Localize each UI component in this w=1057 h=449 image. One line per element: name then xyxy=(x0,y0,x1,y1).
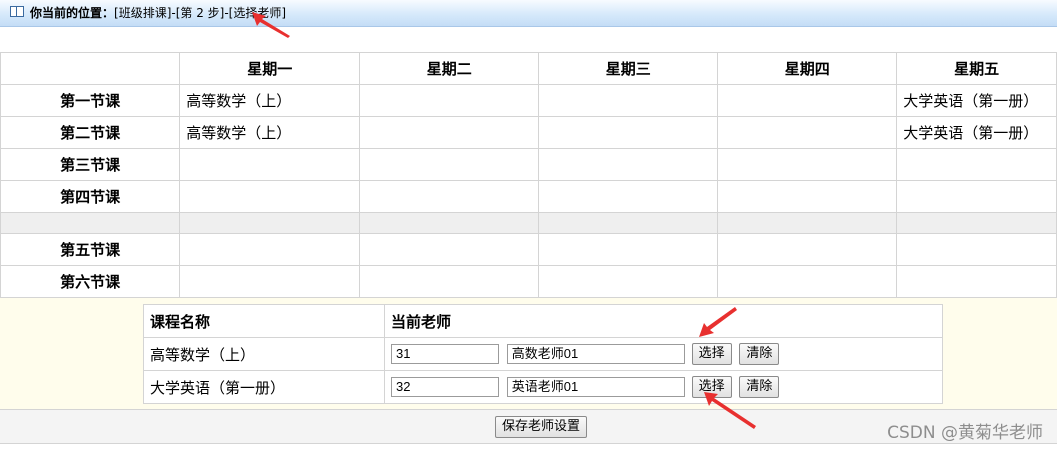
clear-teacher-button[interactable]: 清除 xyxy=(739,376,780,398)
current-teacher-header: 当前老师 xyxy=(384,304,943,338)
schedule-cell[interactable] xyxy=(179,233,361,266)
schedule-cell[interactable] xyxy=(717,265,898,298)
break-cell xyxy=(717,212,898,234)
schedule-cell[interactable] xyxy=(717,116,898,149)
course-name: 大学英语（第一册） xyxy=(143,370,385,404)
schedule-cell[interactable]: 高等数学（上） xyxy=(179,116,361,149)
location-bar: 你当前的位置：[班级排课]-[第 2 步]-[选择老师] xyxy=(0,0,1057,27)
schedule-cell[interactable] xyxy=(538,180,719,213)
schedule-cell[interactable] xyxy=(359,265,540,298)
break-cell xyxy=(359,212,540,234)
schedule-cell[interactable] xyxy=(896,148,1057,181)
teacher-table: 课程名称 当前老师 高等数学（上） 31 高数老师01 选择 清除 大学英语（第… xyxy=(143,304,943,404)
period-label: 第一节课 xyxy=(0,84,181,117)
break-cell xyxy=(896,212,1057,234)
schedule-table: 星期一 星期二 星期三 星期四 星期五 第一节课 高等数学（上） 大学英语（第一… xyxy=(0,52,1057,298)
teacher-controls: 32 英语老师01 选择 清除 xyxy=(384,370,943,404)
teacher-name-input[interactable]: 高数老师01 xyxy=(506,344,685,364)
schedule-cell[interactable] xyxy=(896,233,1057,266)
schedule-cell[interactable] xyxy=(179,265,361,298)
teacher-id-input[interactable]: 32 xyxy=(391,377,499,397)
period-label: 第四节课 xyxy=(0,180,181,213)
watermark: CSDN @黄菊华老师 xyxy=(887,423,1043,443)
teacher-row: 大学英语（第一册） 32 英语老师01 选择 清除 xyxy=(143,370,943,404)
breadcrumb: 你当前的位置：[班级排课]-[第 2 步]-[选择老师] xyxy=(30,0,286,26)
period-label: 第二节课 xyxy=(0,116,181,149)
schedule-cell[interactable] xyxy=(179,148,361,181)
schedule-row: 第四节课 xyxy=(0,180,1057,213)
breadcrumb-label: 你当前的位置： xyxy=(30,6,115,20)
schedule-row: 第二节课 高等数学（上） 大学英语（第一册） xyxy=(0,116,1057,149)
course-name-header: 课程名称 xyxy=(143,304,385,338)
corner-cell xyxy=(0,52,181,85)
schedule-cell[interactable] xyxy=(896,265,1057,298)
book-icon xyxy=(10,6,24,17)
schedule-cell[interactable]: 大学英语（第一册） xyxy=(896,84,1057,117)
schedule-cell[interactable] xyxy=(359,180,540,213)
schedule-cell[interactable]: 大学英语（第一册） xyxy=(896,116,1057,149)
breadcrumb-path: [班级排课]-[第 2 步]-[选择老师] xyxy=(114,6,287,20)
schedule-cell[interactable] xyxy=(717,233,898,266)
schedule-cell[interactable] xyxy=(538,265,719,298)
teacher-row: 高等数学（上） 31 高数老师01 选择 清除 xyxy=(143,337,943,371)
schedule-cell[interactable] xyxy=(359,116,540,149)
schedule-header-row: 星期一 星期二 星期三 星期四 星期五 xyxy=(0,52,1057,85)
schedule-cell[interactable] xyxy=(359,148,540,181)
select-teacher-button[interactable]: 选择 xyxy=(691,376,732,398)
clear-teacher-button[interactable]: 清除 xyxy=(739,343,780,365)
schedule-cell[interactable] xyxy=(179,180,361,213)
day-header: 星期四 xyxy=(717,52,898,85)
schedule-row: 第三节课 xyxy=(0,148,1057,181)
course-name: 高等数学（上） xyxy=(143,337,385,371)
teacher-id-input[interactable]: 31 xyxy=(391,344,499,364)
save-teacher-settings-button[interactable]: 保存老师设置 xyxy=(495,416,588,438)
day-header: 星期三 xyxy=(538,52,719,85)
day-header: 星期一 xyxy=(179,52,361,85)
break-cell xyxy=(179,212,361,234)
day-header: 星期二 xyxy=(359,52,540,85)
schedule-row: 第一节课 高等数学（上） 大学英语（第一册） xyxy=(0,84,1057,117)
day-header: 星期五 xyxy=(896,52,1057,85)
schedule-row: 第五节课 xyxy=(0,233,1057,266)
schedule-cell[interactable] xyxy=(359,233,540,266)
break-cell xyxy=(0,212,181,234)
period-label: 第六节课 xyxy=(0,265,181,298)
schedule-cell[interactable] xyxy=(717,180,898,213)
schedule-cell[interactable] xyxy=(538,148,719,181)
lunch-break-row xyxy=(0,212,1057,234)
period-label: 第三节课 xyxy=(0,148,181,181)
schedule-cell[interactable] xyxy=(717,148,898,181)
schedule-cell[interactable] xyxy=(359,84,540,117)
period-label: 第五节课 xyxy=(0,233,181,266)
schedule-cell[interactable] xyxy=(538,233,719,266)
schedule-row: 第六节课 xyxy=(0,265,1057,298)
teacher-header-row: 课程名称 当前老师 xyxy=(143,304,943,338)
select-teacher-button[interactable]: 选择 xyxy=(691,343,732,365)
teacher-controls: 31 高数老师01 选择 清除 xyxy=(384,337,943,371)
schedule-cell[interactable] xyxy=(717,84,898,117)
schedule-cell[interactable] xyxy=(896,180,1057,213)
teacher-selection-panel: 课程名称 当前老师 高等数学（上） 31 高数老师01 选择 清除 大学英语（第… xyxy=(0,297,1057,410)
break-cell xyxy=(538,212,719,234)
schedule-cell[interactable] xyxy=(538,116,719,149)
schedule-cell[interactable] xyxy=(538,84,719,117)
schedule-cell[interactable]: 高等数学（上） xyxy=(179,84,361,117)
teacher-name-input[interactable]: 英语老师01 xyxy=(506,377,685,397)
